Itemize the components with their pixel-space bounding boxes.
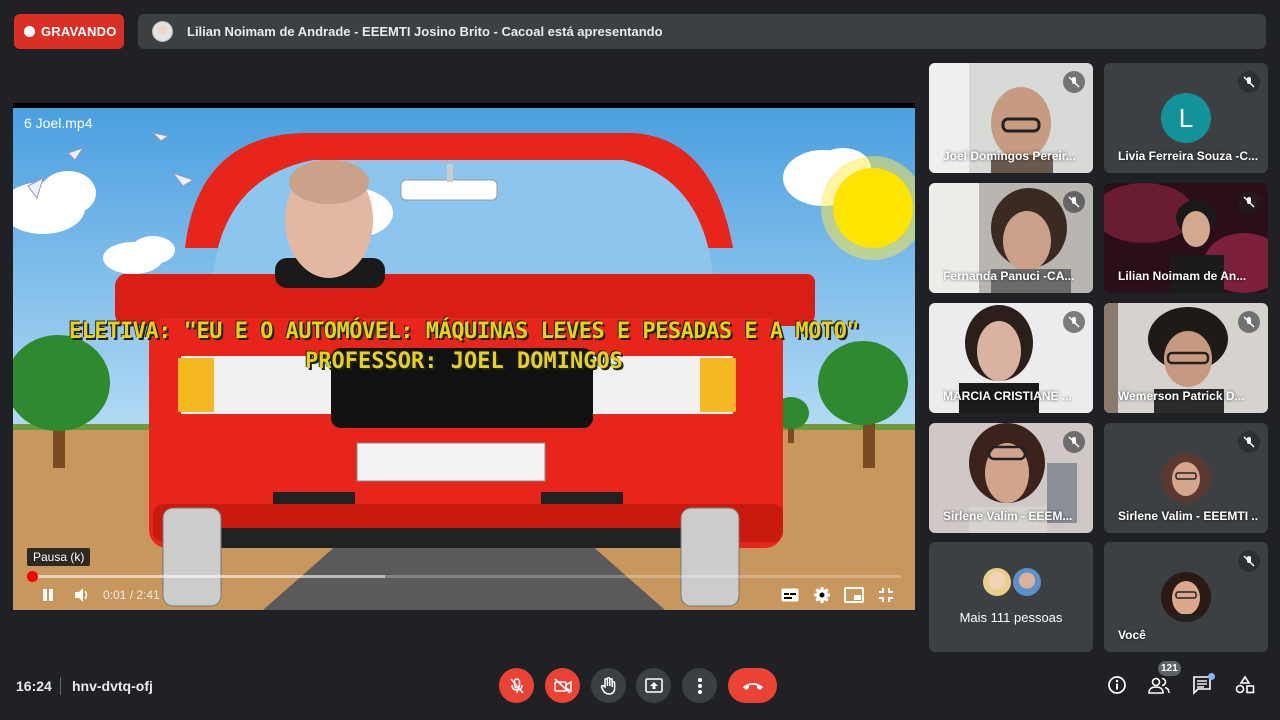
record-dot-icon [24,26,35,37]
participant-count-badge: 121 [1158,661,1181,676]
video-time: 0:01 / 2:41 [103,588,160,602]
shared-video-player[interactable]: ELETIVA: "EU E O AUTOMÓVEL: MÁQUINAS LEV… [13,103,915,610]
participant-name: MARCIA CRISTIANE ... [943,389,1072,403]
participant-tile[interactable]: Lilian Noimam de An... [1104,183,1268,293]
participant-tile[interactable]: Wemerson Patrick D... [1104,303,1268,413]
recording-indicator[interactable]: GRAVANDO [14,14,124,49]
participant-name: Sirlene Valim - EEEM... [943,509,1073,523]
mic-off-icon [1063,431,1085,453]
exit-fullscreen-icon[interactable] [875,584,897,606]
pause-tooltip: Pausa (k) [27,548,91,566]
caption-line-2: PROFESSOR: JOEL DOMINGOS [305,349,623,374]
mic-off-icon [1238,71,1260,93]
self-tile[interactable]: Você [1104,542,1268,652]
presenter-avatar [152,21,173,42]
more-options-icon [697,677,702,694]
mic-off-icon [1063,191,1085,213]
mic-off-icon [1238,550,1260,572]
participant-name: Sirlene Valim - EEEMTI ... [1118,509,1258,523]
activities-icon [1235,675,1255,694]
presentation-text: Lilian Noimam de Andrade - EEEMTI Josino… [187,24,663,39]
raise-hand-icon [600,676,615,695]
participant-tile[interactable]: Sirlene Valim - EEEM... [929,423,1093,533]
participant-name: Joel Domingos Pereir... [943,149,1076,163]
meeting-info-button[interactable] [1104,672,1130,698]
participant-name: Você [1118,628,1146,642]
clock: 16:24 [16,678,52,694]
mic-off-icon [1238,431,1260,453]
hang-up-icon [742,682,763,690]
mic-off-icon [1238,191,1260,213]
leave-call-button[interactable] [728,668,777,703]
present-button[interactable] [636,668,671,703]
more-participants-tile[interactable]: Mais 111 pessoas [929,542,1093,652]
avatar [1011,566,1043,598]
participant-name: Fernanda Panuci -CA... [943,269,1075,283]
activities-button[interactable] [1232,672,1258,698]
avatar [981,566,1013,598]
chat-notification-dot [1208,673,1215,680]
info-icon [1108,676,1126,694]
presentation-banner: Lilian Noimam de Andrade - EEEMTI Josino… [138,14,1266,49]
video-controls: 0:01 / 2:41 [13,581,915,610]
play-pause-icon[interactable] [37,584,59,606]
camera-toggle-button[interactable] [545,668,580,703]
camera-off-icon [553,677,572,694]
participant-tile[interactable]: MARCIA CRISTIANE ... [929,303,1093,413]
progress-buffered [27,575,386,578]
participant-tile[interactable]: Sirlene Valim - EEEMTI ... [1104,423,1268,533]
more-participants-avatars [981,566,1043,598]
participant-name: Wemerson Patrick D... [1118,389,1245,403]
participant-tile[interactable]: Fernanda Panuci -CA... [929,183,1093,293]
subtitles-icon[interactable] [779,584,801,606]
volume-icon[interactable] [71,584,93,606]
mic-off-icon [1063,311,1085,333]
video-progress-bar[interactable] [27,571,901,582]
participant-tile[interactable]: Joel Domingos Pereir... [929,63,1093,173]
participant-tile[interactable]: L Livia Ferreira Souza -C... [1104,63,1268,173]
avatar [1161,453,1211,503]
mic-off-icon [1063,71,1085,93]
mic-off-icon [509,677,524,694]
more-participants-label: Mais 111 pessoas [959,610,1063,625]
meeting-code: hnv-dvtq-ofj [72,678,153,694]
mic-off-icon [1238,311,1260,333]
raise-hand-button[interactable] [591,668,626,703]
video-caption: ELETIVA: "EU E O AUTOMÓVEL: MÁQUINAS LEV… [13,317,915,377]
mic-toggle-button[interactable] [499,668,534,703]
avatar: L [1161,93,1211,143]
people-icon [1148,677,1170,694]
present-icon [644,677,663,693]
participant-name: Livia Ferreira Souza -C... [1118,149,1258,163]
video-title: 6 Joel.mp4 [24,115,93,131]
participant-name: Lilian Noimam de An... [1118,269,1247,283]
more-options-button[interactable] [682,668,717,703]
recording-label: GRAVANDO [41,24,117,39]
divider [60,677,61,695]
caption-line-1: ELETIVA: "EU E O AUTOMÓVEL: MÁQUINAS LEV… [68,319,860,344]
avatar [1161,572,1211,622]
miniplayer-icon[interactable] [843,584,865,606]
settings-icon[interactable] [811,584,833,606]
